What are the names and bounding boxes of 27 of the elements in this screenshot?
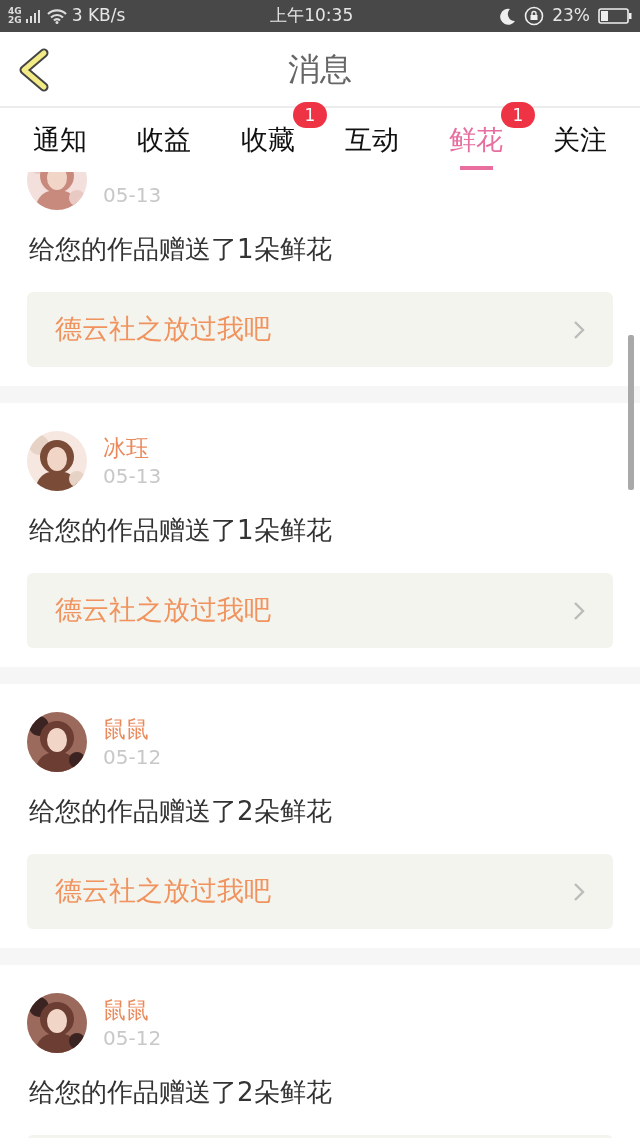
count-badge: 1	[501, 102, 535, 128]
count-badge: 1	[293, 102, 327, 128]
network-speed: 3 KB/s	[71, 4, 126, 28]
tab[interactable]: 互动	[343, 108, 401, 172]
user-name: 冰珏	[103, 434, 150, 463]
user-name: 鼠鼠	[103, 996, 150, 1025]
page-title: 消息	[288, 49, 352, 90]
wifi-icon	[45, 8, 68, 24]
message-text: 给您的作品赠送了2朵鲜花	[29, 1076, 333, 1109]
message-text: 给您的作品赠送了1朵鲜花	[29, 233, 333, 266]
tab[interactable]: 收益	[135, 108, 193, 172]
message-text: 给您的作品赠送了1朵鲜花	[29, 514, 333, 547]
tab[interactable]: 通知	[31, 108, 89, 172]
moon-icon	[498, 7, 517, 25]
battery-percent: 23%	[552, 4, 590, 28]
battery-icon	[598, 8, 632, 24]
signal-icon	[25, 8, 42, 24]
chevron-right-icon	[573, 881, 585, 902]
network-label: 2G	[8, 16, 22, 25]
user-name: 鼠鼠	[103, 715, 150, 744]
message-text: 给您的作品赠送了2朵鲜花	[29, 795, 333, 828]
chevron-right-icon	[573, 600, 585, 621]
clock-time: 上午10:35	[270, 4, 354, 28]
rotation-lock-icon	[524, 6, 545, 26]
chevron-right-icon	[573, 319, 585, 340]
tab[interactable]: 关注	[551, 108, 609, 172]
network-label: 4G	[8, 7, 22, 16]
